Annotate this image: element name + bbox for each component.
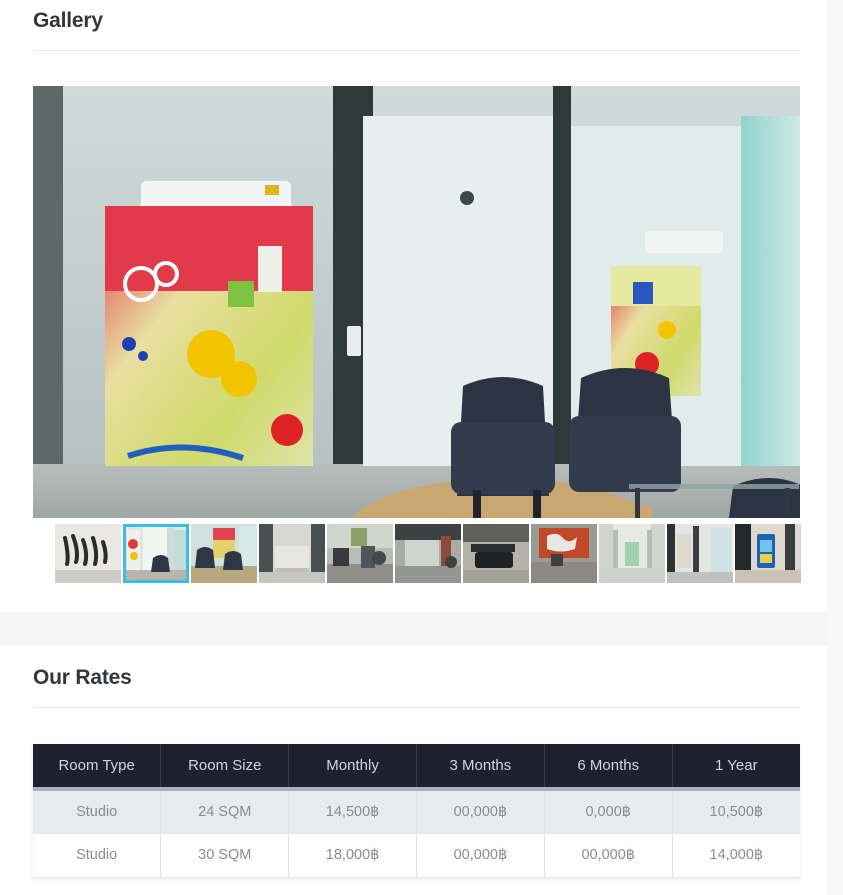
- rates-table-head: Room Type Room Size Monthly 3 Months 6 M…: [33, 744, 800, 791]
- table-header-row: Room Type Room Size Monthly 3 Months 6 M…: [33, 744, 800, 791]
- page-right-gutter: [827, 0, 843, 895]
- cell-6-months: 0,000฿: [544, 789, 673, 834]
- gallery-thumbnail-strip[interactable]: [55, 524, 801, 583]
- cell-3-months: 00,000฿: [416, 833, 545, 878]
- cell-room-size: 24 SQM: [160, 789, 290, 834]
- page-title-gallery: Gallery: [33, 9, 103, 32]
- rates-table: Room Type Room Size Monthly 3 Months 6 M…: [33, 744, 800, 878]
- rates-title-divider: [33, 707, 800, 708]
- gallery-thumbnail-active[interactable]: [123, 524, 189, 583]
- gallery-title-divider: [33, 50, 800, 51]
- column-header-6-months: 6 Months: [544, 744, 673, 791]
- gallery-thumbnail[interactable]: [463, 524, 529, 583]
- cell-room-type: Studio: [33, 833, 162, 878]
- gallery-thumbnail[interactable]: [667, 524, 733, 583]
- page-title-rates: Our Rates: [33, 666, 132, 689]
- cell-monthly: 18,000฿: [288, 833, 417, 878]
- page-root: Gallery Our Rates Room Type Room Size Mo…: [0, 0, 843, 895]
- gallery-thumbnail[interactable]: [327, 524, 393, 583]
- section-divider-band: [0, 612, 827, 646]
- column-header-monthly: Monthly: [288, 744, 417, 791]
- gallery-thumbnail[interactable]: [531, 524, 597, 583]
- column-header-3-months: 3 Months: [416, 744, 545, 791]
- cell-6-months: 00,000฿: [544, 833, 673, 878]
- gallery-thumbnail[interactable]: [599, 524, 665, 583]
- cell-room-size: 30 SQM: [160, 833, 290, 878]
- rates-table-body: Studio 24 SQM 14,500฿ 00,000฿ 0,000฿ 10,…: [33, 789, 800, 878]
- gallery-section-header: Gallery: [33, 8, 800, 51]
- gallery-thumbnail[interactable]: [191, 524, 257, 583]
- gallery-thumbnail[interactable]: [259, 524, 325, 583]
- column-header-room-type: Room Type: [33, 744, 162, 791]
- gallery-thumbnail[interactable]: [55, 524, 121, 583]
- table-row: Studio 30 SQM 18,000฿ 00,000฿ 00,000฿ 14…: [33, 833, 800, 878]
- rates-section-header: Our Rates: [33, 665, 800, 708]
- cell-monthly: 14,500฿: [288, 789, 417, 834]
- cell-room-type: Studio: [33, 789, 162, 834]
- table-row: Studio 24 SQM 14,500฿ 00,000฿ 0,000฿ 10,…: [33, 789, 800, 834]
- gallery-thumbnail[interactable]: [735, 524, 801, 583]
- cell-3-months: 00,000฿: [416, 789, 545, 834]
- gallery-main-image[interactable]: [33, 86, 800, 518]
- column-header-1-year: 1 Year: [672, 744, 800, 791]
- cell-1-year: 14,000฿: [672, 833, 800, 878]
- content-column: Gallery Our Rates Room Type Room Size Mo…: [0, 0, 827, 895]
- column-header-room-size: Room Size: [160, 744, 290, 791]
- gallery-thumbnail[interactable]: [395, 524, 461, 583]
- cell-1-year: 10,500฿: [672, 789, 800, 834]
